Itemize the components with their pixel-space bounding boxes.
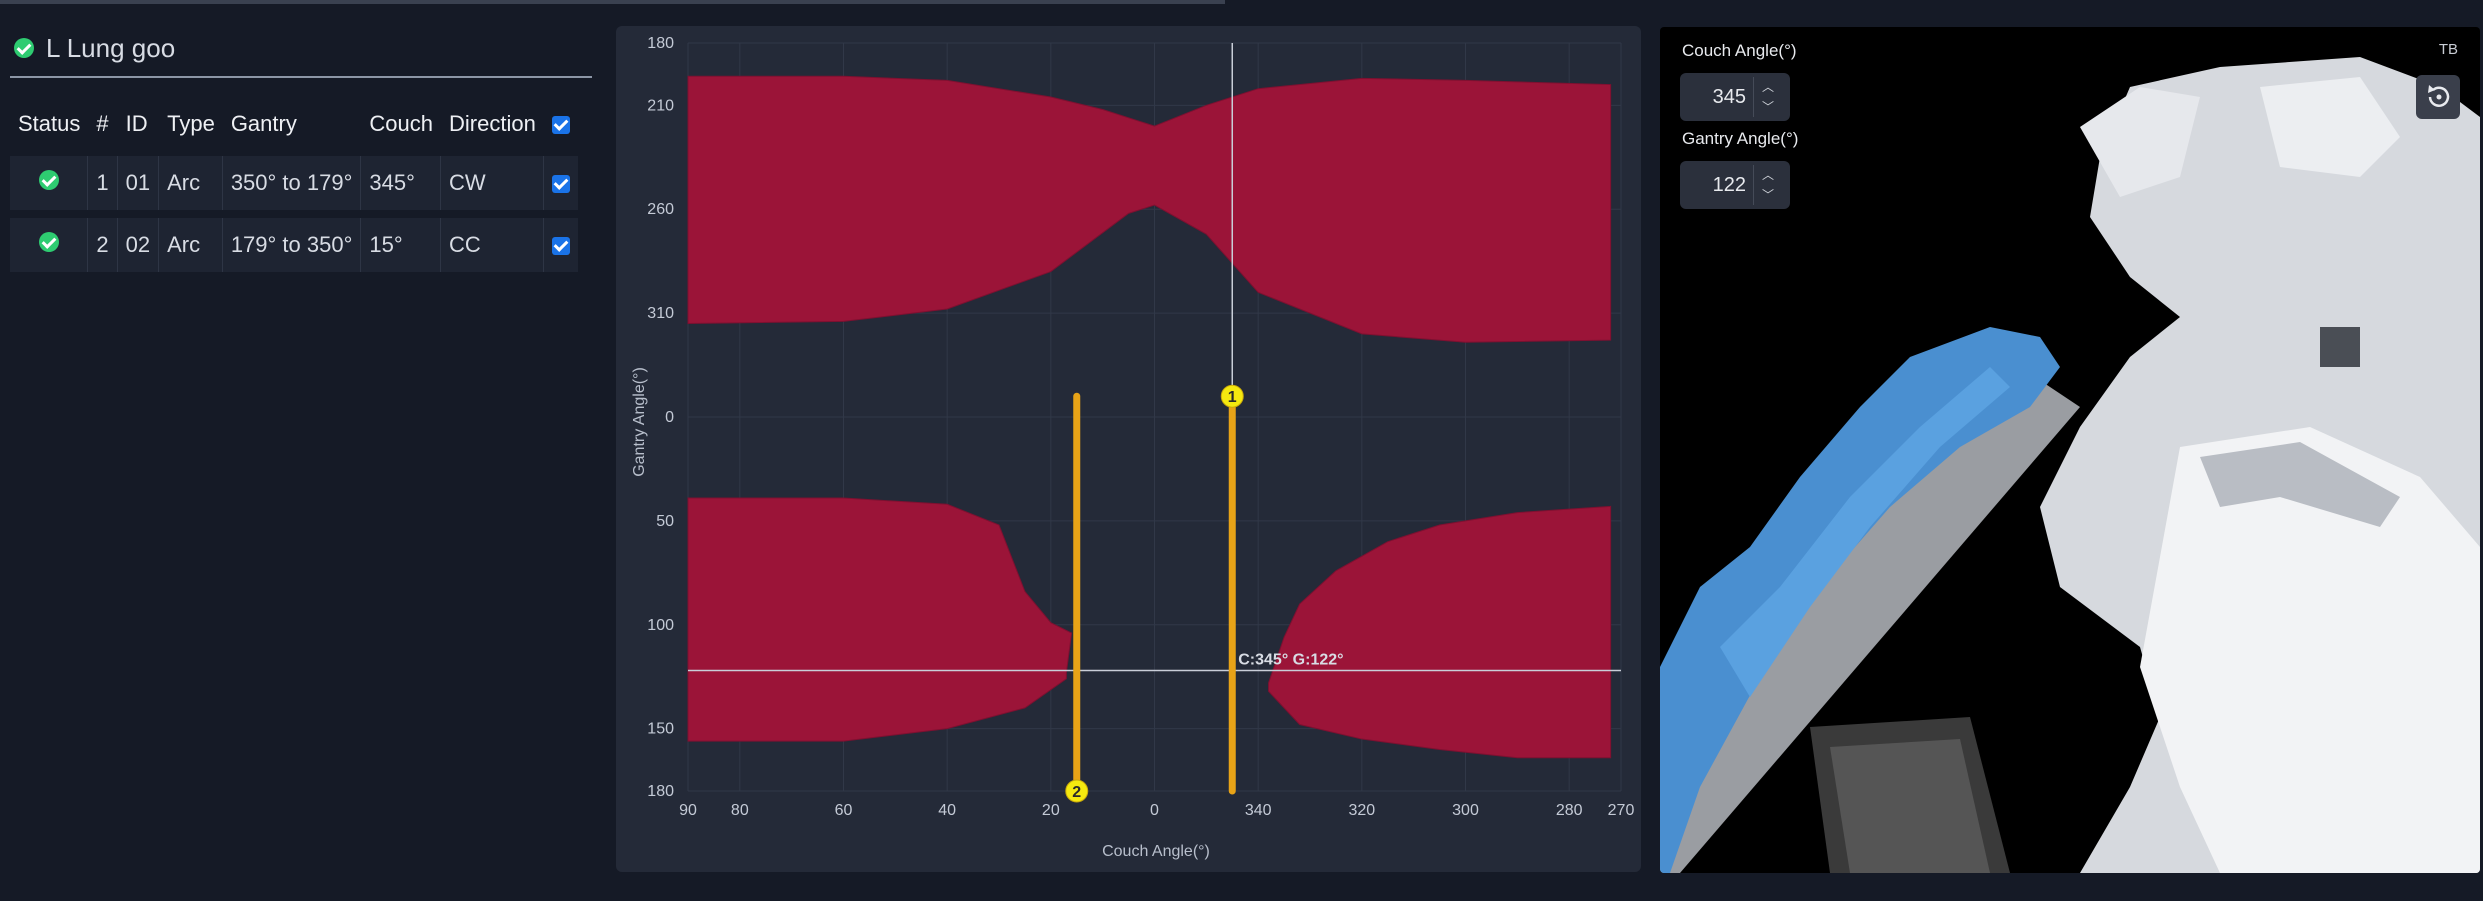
chevron-down-icon[interactable]: ﹀	[1754, 97, 1782, 117]
table-header-row: Status # ID Type Gantry Couch Direction	[10, 100, 578, 148]
col-gantry[interactable]: Gantry	[223, 100, 362, 148]
beam-marker-label: 1	[1228, 389, 1237, 406]
reset-icon	[2428, 85, 2450, 107]
checkbox-icon	[551, 175, 570, 194]
chevron-down-icon[interactable]: ﹀	[1754, 185, 1782, 205]
plan-name: L Lung goo	[46, 32, 176, 63]
beam-direction: CC	[441, 218, 544, 272]
y-axis-label: Gantry Angle(°)	[631, 367, 648, 477]
beam-gantry: 179° to 350°	[222, 218, 362, 272]
x-tick-label: 300	[1452, 802, 1479, 819]
y-tick-label: 180	[647, 783, 674, 800]
beam-id: 01	[117, 156, 160, 210]
collision-map-chart[interactable]: 90 80 60 40 20 0 340 320 300 280 270 180 210 260 310 0 5…	[616, 26, 1641, 872]
y-tick-label: 0	[665, 409, 674, 426]
x-tick-label: 60	[835, 802, 853, 819]
3d-view-panel[interactable]: Couch Angle(°) 345 ︿ ﹀ Gantry Angle(°) 1…	[1660, 27, 2480, 873]
select-all-checkbox[interactable]	[544, 100, 578, 148]
y-tick-label: 100	[647, 617, 674, 634]
y-tick-label: 310	[647, 305, 674, 322]
y-tick-label: 210	[647, 97, 674, 114]
beam-type: Arc	[159, 156, 223, 210]
x-tick-label: 0	[1150, 802, 1159, 819]
table-row[interactable]: 2 02 Arc 179° to 350° 15° CC	[10, 218, 578, 272]
gantry-angle-label: Gantry Angle(°)	[1682, 129, 1799, 148]
y-tick-label: 50	[656, 513, 674, 530]
x-tick-label: 90	[679, 802, 697, 819]
y-tick-label: 180	[647, 35, 674, 52]
x-axis-label: Couch Angle(°)	[1102, 843, 1210, 860]
stepper-arrows: ︿ ﹀	[1753, 165, 1784, 205]
top-scrollbar[interactable]	[0, 0, 1225, 4]
gantry-angle-value[interactable]: 122	[1713, 174, 1746, 197]
beam-type: Arc	[159, 218, 223, 272]
table-row[interactable]: 1 01 Arc 350° to 179° 345° CW	[10, 156, 578, 210]
collision-region-lower-right	[1268, 505, 1612, 759]
check-circle-icon	[38, 232, 59, 252]
status-cell	[10, 156, 89, 210]
x-tick-label: 340	[1245, 802, 1272, 819]
divider	[10, 76, 592, 78]
y-tick-label: 150	[647, 721, 674, 738]
col-couch[interactable]: Couch	[361, 100, 441, 148]
check-circle-icon	[14, 38, 34, 58]
chevron-up-icon[interactable]: ︿	[1754, 165, 1782, 185]
checkbox-icon	[551, 116, 570, 135]
plan-header: L Lung goo	[10, 24, 595, 72]
collision-region-lower	[687, 497, 1073, 742]
row-checkbox[interactable]	[543, 156, 578, 210]
collision-chart-panel[interactable]: 90 80 60 40 20 0 340 320 300 280 270 180 210 260 310 0 5…	[616, 26, 1641, 872]
beam-marker-label: 2	[1072, 784, 1081, 801]
y-tick-label: 260	[647, 201, 674, 218]
beam-couch: 15°	[361, 218, 441, 272]
plan-panel: L Lung goo Status # ID Type Gantry Couch…	[10, 24, 595, 280]
couch-angle-value[interactable]: 345	[1713, 86, 1746, 109]
beam-couch: 345°	[361, 156, 441, 210]
col-id[interactable]: ID	[118, 100, 159, 148]
x-tick-label: 270	[1608, 802, 1635, 819]
x-tick-label: 40	[938, 802, 956, 819]
reset-view-button[interactable]	[2416, 75, 2460, 119]
x-tick-label: 320	[1348, 802, 1375, 819]
beam-id: 02	[117, 218, 160, 272]
checkbox-icon	[551, 237, 570, 256]
view-tag: TB	[2438, 41, 2458, 58]
col-direction[interactable]: Direction	[441, 100, 544, 148]
couch-angle-stepper[interactable]: 345 ︿ ﹀	[1680, 73, 1790, 121]
status-cell	[10, 218, 89, 272]
beam-number: 2	[88, 218, 118, 272]
beam-direction: CW	[441, 156, 544, 210]
chevron-up-icon[interactable]: ︿	[1754, 77, 1782, 97]
stepper-arrows: ︿ ﹀	[1753, 77, 1784, 117]
col-type[interactable]: Type	[159, 100, 223, 148]
gantry-angle-stepper[interactable]: 122 ︿ ﹀	[1680, 161, 1790, 209]
x-tick-label: 280	[1556, 802, 1583, 819]
beams-table: Status # ID Type Gantry Couch Direction …	[10, 92, 578, 280]
crosshair-readout: C:345° G:122°	[1238, 651, 1343, 668]
x-tick-label: 20	[1042, 802, 1060, 819]
treatment-room-render[interactable]	[1660, 27, 2480, 873]
beam-number: 1	[88, 156, 118, 210]
row-checkbox[interactable]	[543, 218, 578, 272]
x-tick-label: 80	[731, 802, 749, 819]
col-number[interactable]: #	[88, 100, 117, 148]
col-status[interactable]: Status	[10, 100, 88, 148]
beam-gantry: 350° to 179°	[222, 156, 362, 210]
gantry-window	[2320, 327, 2360, 367]
couch-angle-label: Couch Angle(°)	[1682, 41, 1797, 60]
check-circle-icon	[38, 170, 59, 190]
